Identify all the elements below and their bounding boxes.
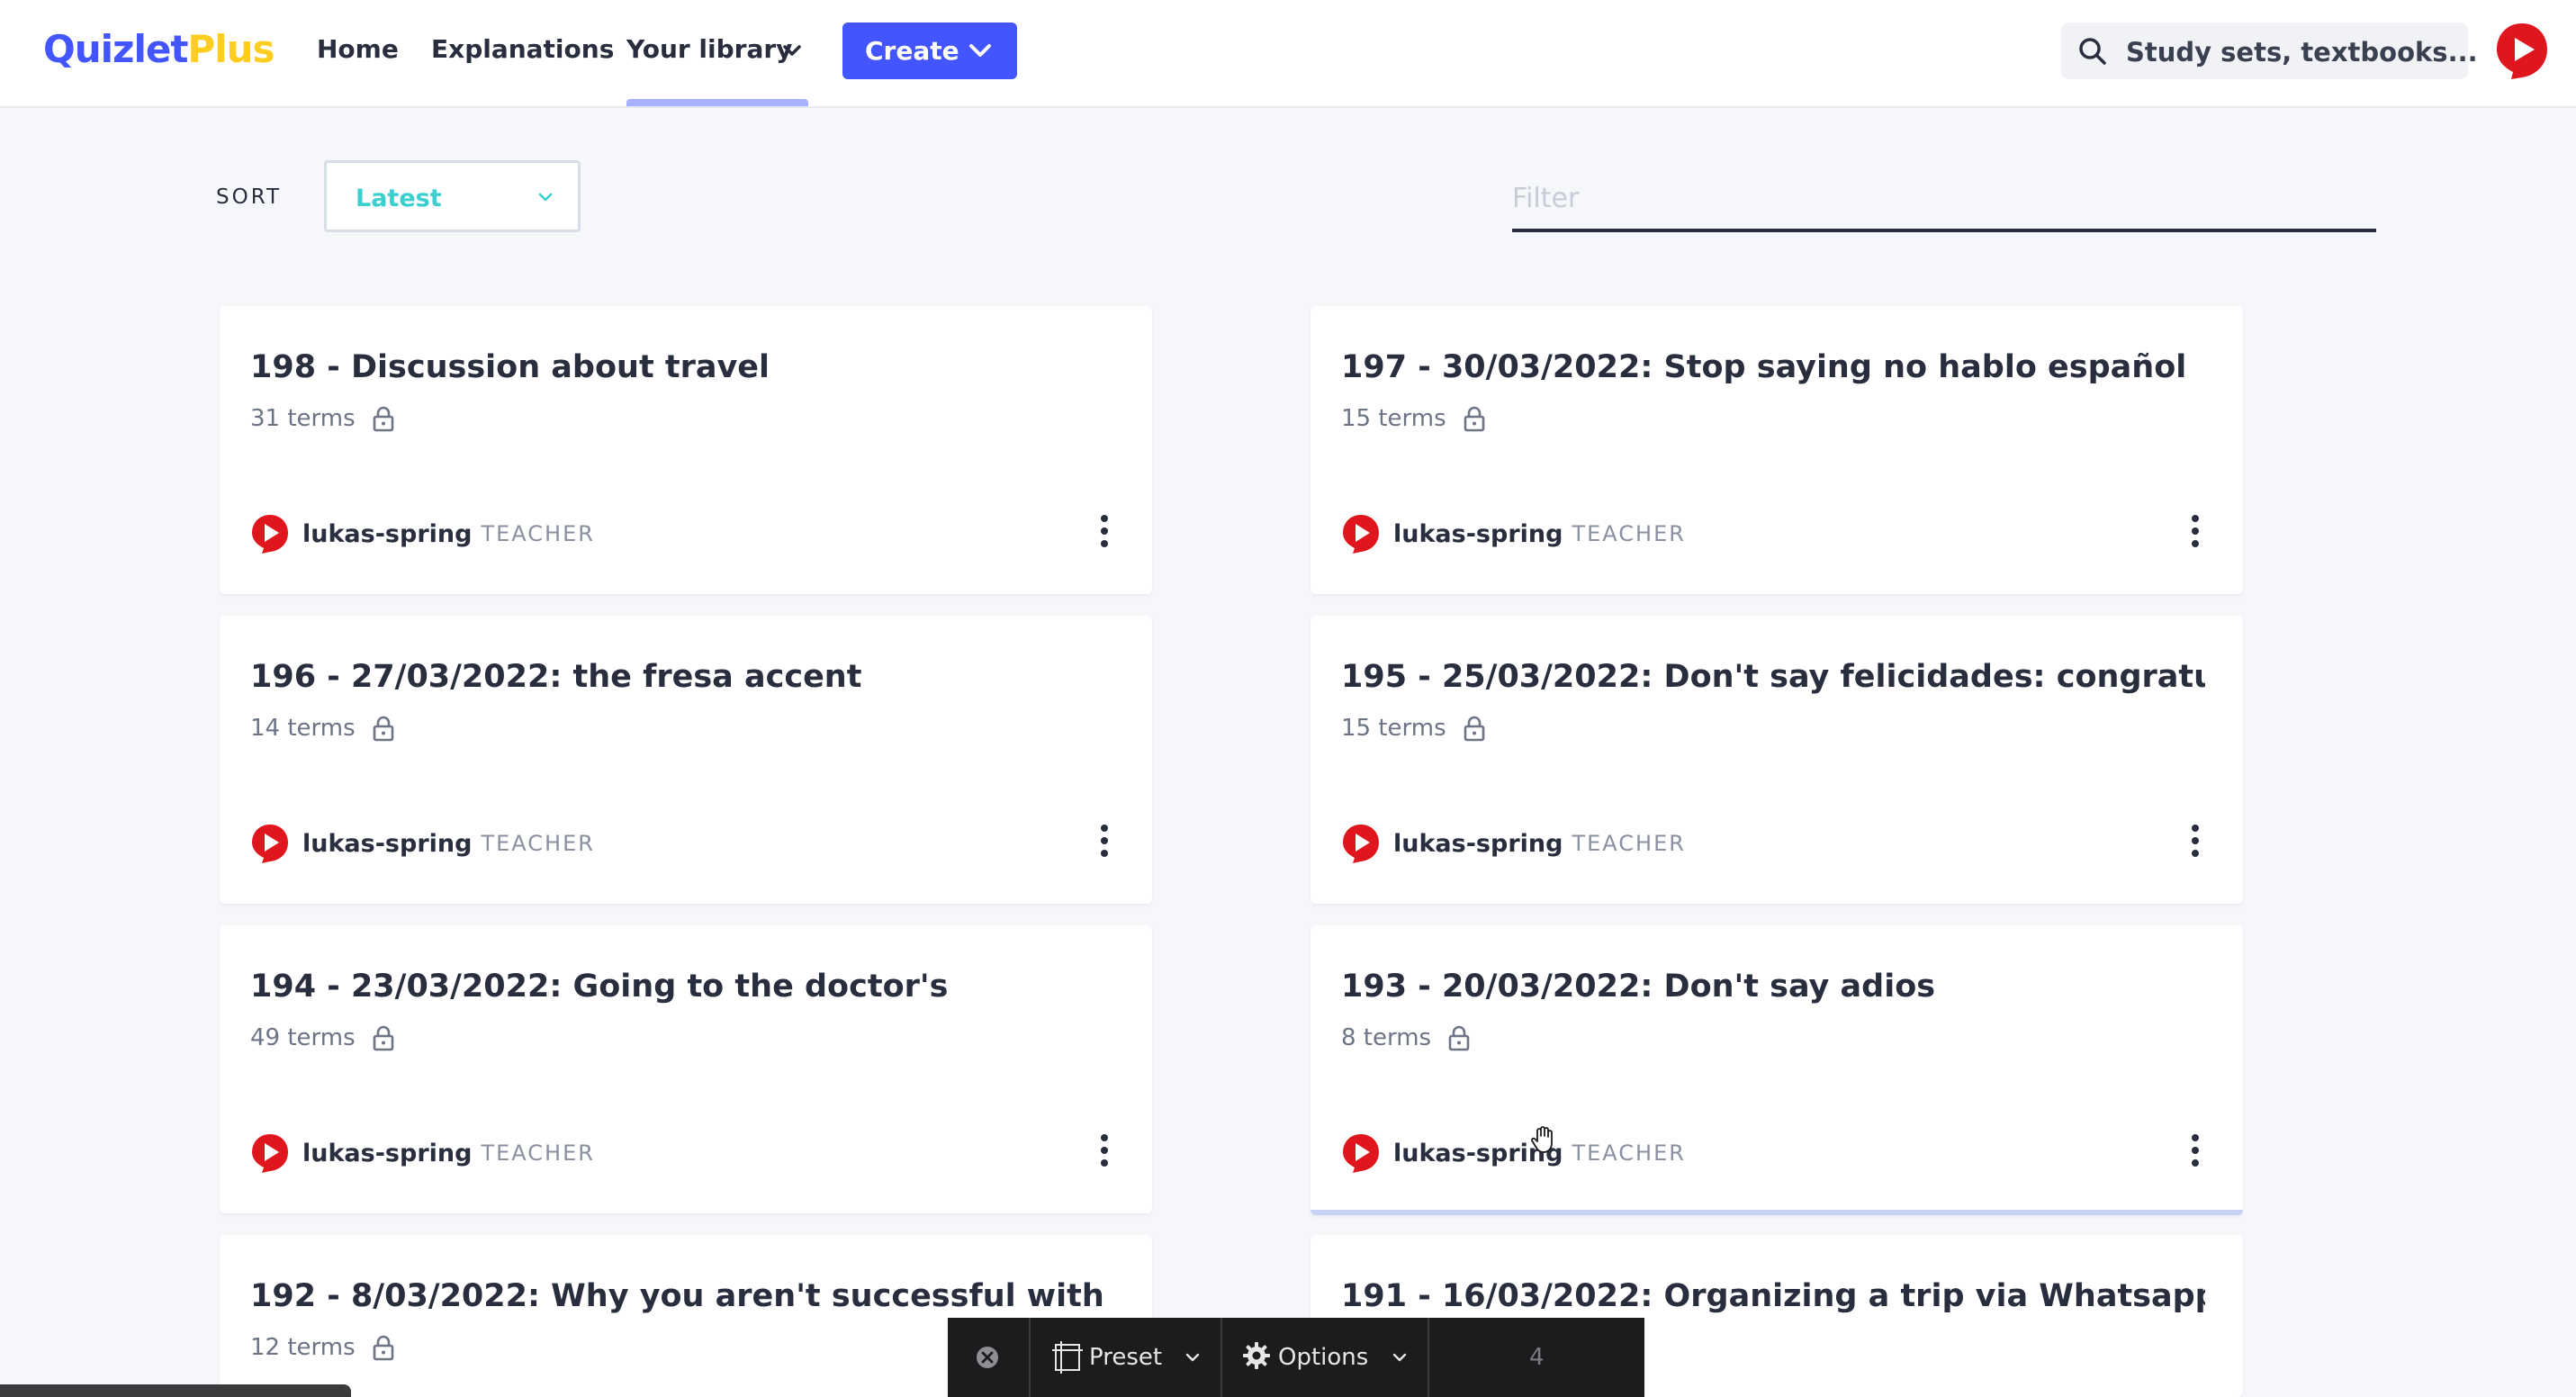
study-set-card[interactable]: 195 - 25/03/2022: Don't say felicidades:… (1311, 616, 2243, 904)
author-avatar (252, 515, 288, 554)
close-icon[interactable] (975, 1345, 1000, 1370)
study-set-card[interactable]: 197 - 30/03/2022: Stop saying no hablo e… (1311, 306, 2243, 594)
study-set-author[interactable]: lukas-spring TEACHER (250, 513, 595, 554)
study-set-card[interactable]: 198 - Discussion about travel 31 terms l… (220, 306, 1152, 594)
term-count-text: 14 terms (250, 715, 356, 742)
author-name[interactable]: lukas-spring (302, 1140, 472, 1167)
lock-icon (373, 1025, 393, 1051)
lock-icon (373, 406, 393, 432)
filter-input[interactable] (1512, 167, 2376, 232)
author-name[interactable]: lukas-spring (302, 830, 472, 858)
chevron-down-icon[interactable] (1391, 1348, 1409, 1366)
study-set-term-count: 49 terms (250, 1024, 395, 1051)
study-set-term-count: 8 terms (1341, 1024, 1471, 1051)
lock-icon (373, 1335, 393, 1361)
study-set-author[interactable]: lukas-spring TEACHER (1341, 1132, 1686, 1174)
logo-plus-text: Plus (187, 27, 275, 71)
chevron-down-icon[interactable] (1184, 1348, 1202, 1366)
study-set-card[interactable]: 193 - 20/03/2022: Don't say adios 8 term… (1311, 925, 2243, 1215)
lock-icon (1464, 716, 1484, 742)
more-options-icon[interactable] (1098, 823, 1111, 859)
search-placeholder: Study sets, textbooks... (2126, 37, 2478, 68)
term-count-text: 15 terms (1341, 715, 1446, 742)
lock-icon (1448, 1025, 1470, 1051)
options-dropdown-label[interactable]: Options (1278, 1344, 1368, 1371)
nav-your-library[interactable]: Your library (626, 34, 792, 64)
more-options-icon[interactable] (1098, 1132, 1111, 1168)
study-set-term-count: 15 terms (1341, 405, 1486, 432)
study-set-title[interactable]: 194 - 23/03/2022: Going to the doctor's (250, 969, 1114, 1005)
study-set-term-count: 12 terms (250, 1334, 395, 1361)
logo-quizlet-text: Quizlet (43, 27, 188, 71)
sort-dropdown[interactable]: Latest (324, 160, 581, 232)
toolbar-divider (1220, 1318, 1222, 1397)
lock-icon (373, 716, 393, 742)
more-options-icon[interactable] (1098, 513, 1111, 549)
study-set-author[interactable]: lukas-spring TEACHER (1341, 823, 1686, 864)
gear-icon (1243, 1342, 1270, 1369)
chevron-down-icon (538, 193, 553, 202)
more-options-icon[interactable] (2189, 1132, 2202, 1168)
author-avatar (252, 825, 288, 863)
user-avatar[interactable] (2493, 22, 2551, 81)
top-navigation-bar: QuizletPlus Home Explanations Your libra… (0, 0, 2576, 108)
study-set-card[interactable]: 194 - 23/03/2022: Going to the doctor's … (220, 925, 1152, 1213)
author-role-badge: TEACHER (481, 1140, 595, 1166)
hand-cursor-icon (1531, 1126, 1553, 1153)
toolbar-divider (1029, 1318, 1031, 1397)
more-options-icon[interactable] (2189, 823, 2202, 859)
author-role-badge: TEACHER (1572, 1140, 1686, 1166)
status-bar-link-preview (0, 1384, 351, 1397)
study-set-author[interactable]: lukas-spring TEACHER (1341, 513, 1686, 554)
search-icon (2079, 38, 2106, 65)
study-set-term-count: 14 terms (250, 715, 395, 742)
create-button-label: Create (865, 36, 959, 66)
term-count-text: 49 terms (250, 1024, 356, 1051)
search-input[interactable]: Study sets, textbooks... (2061, 23, 2478, 79)
chevron-down-icon (969, 44, 991, 57)
term-count-text: 12 terms (250, 1334, 356, 1361)
term-count-text: 15 terms (1341, 405, 1446, 432)
study-set-title[interactable]: 193 - 20/03/2022: Don't say adios (1341, 969, 2205, 1005)
sort-label: SORT (216, 185, 283, 209)
chevron-down-icon[interactable] (779, 38, 805, 63)
study-set-title[interactable]: 198 - Discussion about travel (250, 349, 1114, 385)
author-role-badge: TEACHER (1572, 521, 1686, 546)
preset-frame-icon (1052, 1341, 1083, 1374)
study-set-term-count: 15 terms (1341, 715, 1486, 742)
author-avatar (252, 1134, 288, 1173)
toolbar-counter: 4 (1529, 1344, 1545, 1371)
author-name[interactable]: lukas-spring (302, 520, 472, 548)
study-set-title[interactable]: 196 - 27/03/2022: the fresa accent (250, 659, 1114, 695)
study-set-title[interactable]: 191 - 16/03/2022: Organizing a trip via … (1341, 1278, 2205, 1314)
study-set-title[interactable]: 197 - 30/03/2022: Stop saying no hablo e… (1341, 349, 2205, 385)
author-role-badge: TEACHER (1572, 831, 1686, 856)
study-set-author[interactable]: lukas-spring TEACHER (250, 823, 595, 864)
create-button[interactable]: Create (842, 23, 1017, 79)
author-name[interactable]: lukas-spring (1393, 520, 1563, 548)
term-count-text: 31 terms (250, 405, 356, 432)
author-avatar (1343, 825, 1379, 863)
term-count-text: 8 terms (1341, 1024, 1432, 1051)
nav-explanations[interactable]: Explanations (431, 34, 614, 64)
author-avatar (1343, 1134, 1379, 1173)
quizlet-plus-logo[interactable]: QuizletPlus (43, 27, 275, 71)
study-set-card[interactable]: 196 - 27/03/2022: the fresa accent 14 te… (220, 616, 1152, 904)
lock-icon (1464, 406, 1484, 432)
study-set-title[interactable]: 192 - 8/03/2022: Why you aren't successf… (250, 1278, 1114, 1314)
study-set-title[interactable]: 195 - 25/03/2022: Don't say felicidades:… (1341, 659, 2205, 695)
study-set-term-count: 31 terms (250, 405, 395, 432)
sort-selected-value: Latest (356, 185, 442, 212)
preset-dropdown-label[interactable]: Preset (1089, 1344, 1162, 1371)
active-tab-indicator (626, 99, 808, 106)
nav-home[interactable]: Home (317, 34, 399, 64)
more-options-icon[interactable] (2189, 513, 2202, 549)
author-avatar (1343, 515, 1379, 554)
recording-toolbar: Preset Options 4 (948, 1318, 1644, 1397)
toolbar-divider (1428, 1318, 1429, 1397)
author-role-badge: TEACHER (481, 831, 595, 856)
author-role-badge: TEACHER (481, 521, 595, 546)
study-set-author[interactable]: lukas-spring TEACHER (250, 1132, 595, 1174)
author-name[interactable]: lukas-spring (1393, 830, 1563, 858)
